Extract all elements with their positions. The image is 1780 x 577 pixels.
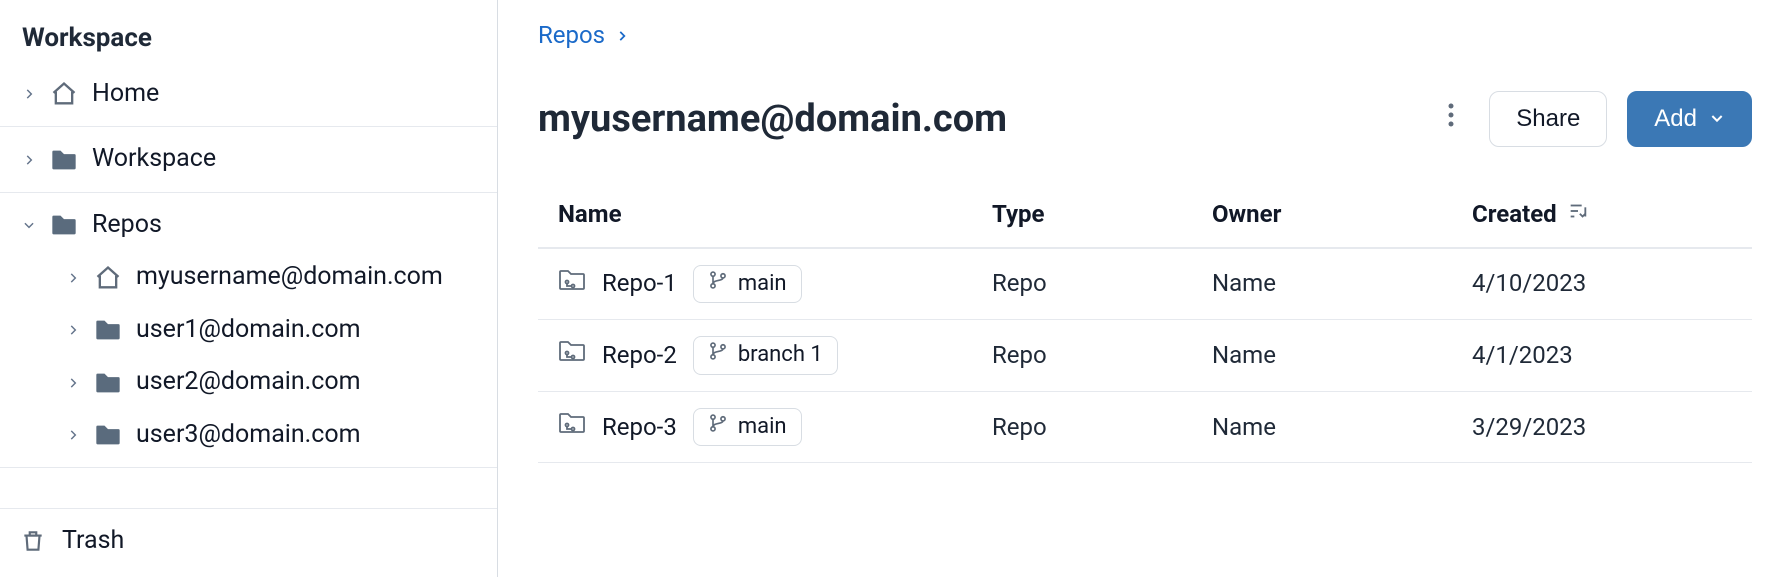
chevron-right-icon xyxy=(66,323,80,337)
table-row[interactable]: Repo-3 main Repo Name 3/29/2023 xyxy=(538,392,1752,464)
repo-folder-icon xyxy=(558,339,586,371)
folder-icon xyxy=(94,423,122,447)
branch-icon xyxy=(708,341,728,370)
col-created-label: Created xyxy=(1472,199,1557,230)
repo-folder-icon xyxy=(558,268,586,300)
col-name[interactable]: Name xyxy=(558,199,992,230)
sidebar-item-label: user3@domain.com xyxy=(136,419,361,452)
branch-name: branch 1 xyxy=(738,341,823,370)
sidebar-item-workspace[interactable]: Workspace xyxy=(0,133,497,186)
divider xyxy=(0,126,497,127)
sidebar-bottom: Trash xyxy=(0,508,497,577)
branch-icon xyxy=(708,413,728,442)
folder-icon xyxy=(94,318,122,342)
main-content: Repos myusername@domain.com Share Add xyxy=(498,0,1780,577)
button-label: Share xyxy=(1516,105,1580,133)
cell-owner: Name xyxy=(1212,412,1472,443)
chevron-right-icon xyxy=(615,20,629,51)
sidebar-item-repo-user[interactable]: user2@domain.com xyxy=(0,356,497,409)
sidebar-item-repo-user[interactable]: myusername@domain.com xyxy=(0,251,497,304)
breadcrumb: Repos xyxy=(538,20,1752,63)
chevron-right-icon xyxy=(66,376,80,390)
branch-name: main xyxy=(738,413,787,442)
repo-folder-icon xyxy=(558,411,586,443)
sidebar-item-trash[interactable]: Trash xyxy=(0,508,497,577)
sidebar-item-label: Home xyxy=(92,78,159,111)
folder-icon xyxy=(50,148,78,172)
sidebar-item-label: myusername@domain.com xyxy=(136,261,443,294)
col-type[interactable]: Type xyxy=(992,199,1212,230)
cell-created: 4/10/2023 xyxy=(1472,268,1732,299)
chevron-right-icon xyxy=(22,87,36,101)
table-header: Name Type Owner Created xyxy=(538,195,1752,248)
chevron-right-icon xyxy=(22,153,36,167)
breadcrumb-link[interactable]: Repos xyxy=(538,20,605,51)
branch-selector[interactable]: main xyxy=(693,408,802,447)
button-label: Add xyxy=(1654,105,1697,133)
sort-descending-icon xyxy=(1567,199,1589,230)
name-cell: Repo-3 main xyxy=(558,408,992,447)
kebab-icon xyxy=(1448,103,1454,135)
branch-name: main xyxy=(738,270,787,299)
repo-name: Repo-3 xyxy=(602,412,677,443)
share-button[interactable]: Share xyxy=(1489,91,1607,147)
cell-type: Repo xyxy=(992,412,1212,443)
more-menu-button[interactable] xyxy=(1433,101,1469,137)
divider xyxy=(0,192,497,193)
name-cell: Repo-1 main xyxy=(558,265,992,304)
sidebar-item-repo-user[interactable]: user1@domain.com xyxy=(0,304,497,357)
repos-table: Name Type Owner Created Repo-1 xyxy=(538,195,1752,463)
sidebar-item-label: user2@domain.com xyxy=(136,366,361,399)
workspace-sidebar: Workspace Home Workspace xyxy=(0,0,498,577)
cell-created: 3/29/2023 xyxy=(1472,412,1732,443)
cell-owner: Name xyxy=(1212,340,1472,371)
folder-icon xyxy=(50,213,78,237)
page-title: myusername@domain.com xyxy=(538,95,1413,144)
add-button[interactable]: Add xyxy=(1627,91,1752,147)
divider xyxy=(0,467,497,468)
col-owner[interactable]: Owner xyxy=(1212,199,1472,230)
chevron-down-icon xyxy=(1709,105,1725,133)
repo-name: Repo-2 xyxy=(602,340,677,371)
col-created[interactable]: Created xyxy=(1472,199,1732,230)
sidebar-item-repo-user[interactable]: user3@domain.com xyxy=(0,409,497,462)
sidebar-item-label: Trash xyxy=(62,525,124,558)
app-root: Workspace Home Workspace xyxy=(0,0,1780,577)
table-row[interactable]: Repo-1 main Repo Name 4/10/2023 xyxy=(538,249,1752,321)
name-cell: Repo-2 branch 1 xyxy=(558,336,992,375)
branch-selector[interactable]: main xyxy=(693,265,802,304)
home-icon xyxy=(94,264,122,292)
page-header: myusername@domain.com Share Add xyxy=(538,63,1752,195)
sidebar-title: Workspace xyxy=(0,16,497,68)
sidebar-item-home[interactable]: Home xyxy=(0,68,497,121)
sidebar-item-repos[interactable]: Repos xyxy=(0,199,497,252)
branch-selector[interactable]: branch 1 xyxy=(693,336,838,375)
chevron-right-icon xyxy=(66,428,80,442)
sidebar-item-label: user1@domain.com xyxy=(136,314,361,347)
cell-type: Repo xyxy=(992,268,1212,299)
folder-icon xyxy=(94,371,122,395)
trash-icon xyxy=(20,528,46,554)
chevron-right-icon xyxy=(66,271,80,285)
table-row[interactable]: Repo-2 branch 1 Repo Name 4/1/2023 xyxy=(538,320,1752,392)
cell-created: 4/1/2023 xyxy=(1472,340,1732,371)
home-icon xyxy=(50,80,78,108)
sidebar-item-label: Workspace xyxy=(92,143,216,176)
cell-owner: Name xyxy=(1212,268,1472,299)
branch-icon xyxy=(708,270,728,299)
chevron-down-icon xyxy=(22,218,36,232)
repo-name: Repo-1 xyxy=(602,268,677,299)
cell-type: Repo xyxy=(992,340,1212,371)
sidebar-item-label: Repos xyxy=(92,209,162,242)
